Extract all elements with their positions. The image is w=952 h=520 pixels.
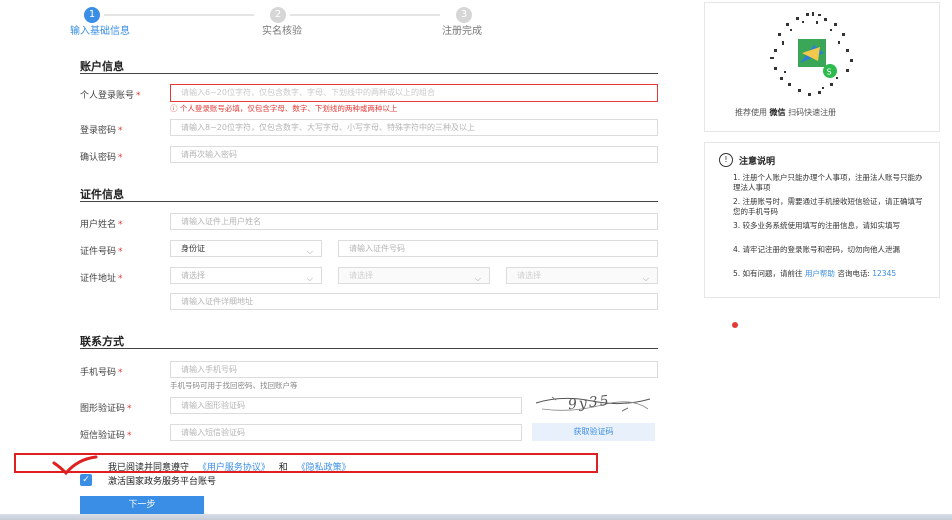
section-title-id: 证件信息	[80, 188, 124, 201]
activate-label: 激活国家政务服务平台账号	[108, 477, 217, 487]
notice-item: 2. 注册账号时，需要通过手机接收短信验证，请正确填写您的手机号码	[733, 197, 923, 216]
get-sms-code-button[interactable]: 获取验证码	[532, 423, 655, 441]
phone-hint: 手机号码可用于找回密码、找回账户等	[170, 381, 298, 390]
notice-item: 4. 请牢记注册的登录账号和密码，切勿向他人泄漏	[733, 245, 901, 254]
agreement-and: 和	[278, 463, 288, 473]
wechat-mini-program-qr-code[interactable]: S	[760, 9, 864, 101]
step-1-dot: 1	[84, 7, 100, 23]
section-title-contact: 联系方式	[80, 335, 124, 348]
name-label: 用户姓名 *	[80, 220, 123, 230]
svg-text:S: S	[827, 68, 832, 77]
hotline-number: 12345	[872, 269, 897, 278]
address-detail-input[interactable]: 请输入证件详细地址	[170, 293, 658, 310]
chevron-down-icon: ⌵	[642, 274, 649, 283]
sms-input[interactable]: 请输入短信验证码	[170, 424, 522, 441]
sms-label: 短信验证码 *	[80, 431, 132, 441]
section-divider	[80, 348, 658, 349]
help-link[interactable]: 用户帮助	[805, 269, 835, 278]
notice-panel: ! 注意说明 1. 注册个人账户只能办理个人事项，注册法人账号只能办理法人事项 …	[704, 142, 940, 298]
notice-item: 5. 如有问题，请前往 用户帮助 咨询电话: 12345	[733, 269, 897, 278]
step-3-dot: 3	[456, 7, 472, 23]
id-type-select[interactable]: 身份证 ⌵	[170, 240, 322, 257]
step-3-label: 注册完成	[442, 26, 482, 37]
chevron-down-icon: ⌵	[474, 274, 481, 283]
notice-title: 注意说明	[739, 157, 776, 167]
activate-checkbox[interactable]: ✓	[80, 474, 92, 486]
password-label: 登录密码 *	[80, 126, 123, 136]
username-label: 个人登录账号 *	[80, 91, 141, 101]
district-select[interactable]: 请选择 ⌵	[506, 267, 658, 284]
id-number-label: 证件号码 *	[80, 247, 123, 257]
captcha-label: 图形验证码 *	[80, 404, 132, 414]
username-input[interactable]: 请输入6~20位字符，仅包含数字、字母、下划线中的两种或以上的组合	[170, 84, 658, 102]
red-dot-marker	[732, 322, 738, 328]
name-input[interactable]: 请输入证件上用户姓名	[170, 213, 658, 230]
captcha-image[interactable]: 9y35	[532, 391, 654, 417]
next-step-button[interactable]: 下一步	[80, 496, 204, 514]
address-label: 证件地址 *	[80, 274, 123, 284]
phone-label: 手机号码 *	[80, 368, 123, 378]
privacy-link[interactable]: 《隐私政策》	[297, 463, 351, 473]
city-select[interactable]: 请选择 ⌵	[338, 267, 490, 284]
agreement-prefix: 我已阅读并同意遵守	[108, 463, 190, 473]
terms-link[interactable]: 《用户服务协议》	[198, 463, 270, 473]
step-2-label: 实名核验	[262, 26, 302, 37]
section-title-account: 账户信息	[80, 60, 124, 73]
step-2-dot: 2	[270, 7, 286, 23]
notice-item: 3. 较多业务系统使用填写的注册信息，请如实填写	[733, 221, 901, 230]
confirm-password-label: 确认密码 *	[80, 153, 123, 163]
section-divider	[80, 73, 658, 74]
check-icon: ✓	[82, 475, 90, 485]
password-input[interactable]: 请输入8~20位字符，仅包含数字、大写字母、小写字母、特殊字符中的三种及以上	[170, 119, 658, 136]
confirm-password-input[interactable]: 请再次输入密码	[170, 146, 658, 163]
qr-panel: S 推荐使用 微信 扫码快速注册	[704, 2, 940, 132]
step-connector	[104, 14, 254, 16]
section-divider	[80, 201, 658, 202]
id-number-input[interactable]: 请输入证件号码	[338, 240, 658, 257]
window-bottom-bar	[0, 514, 952, 520]
qr-caption: 推荐使用 微信 扫码快速注册	[735, 108, 837, 117]
step-1-label: 输入基础信息	[70, 26, 130, 37]
info-icon: !	[719, 153, 733, 167]
captcha-input[interactable]: 请输入图形验证码	[170, 397, 522, 414]
username-error-message: ⓘ 个人登录账号必填，仅包含字母、数字、下划线的两种或两种以上	[170, 104, 398, 113]
agreement-text: 我已阅读并同意遵守 《用户服务协议》 和 《隐私政策》	[108, 460, 351, 473]
chevron-down-icon: ⌵	[306, 274, 313, 283]
step-connector	[290, 14, 440, 16]
phone-input[interactable]: 请输入手机号码	[170, 361, 658, 378]
chevron-down-icon: ⌵	[306, 247, 313, 256]
province-select[interactable]: 请选择 ⌵	[170, 267, 322, 284]
notice-item: 1. 注册个人账户只能办理个人事项，注册法人账号只能办理法人事项	[733, 173, 923, 192]
